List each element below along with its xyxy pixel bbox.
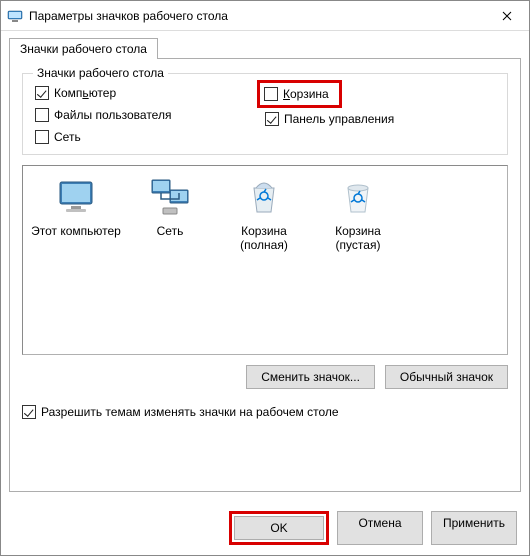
icon-buttons-row: Сменить значок... Обычный значок (22, 365, 508, 389)
dialog-footer: OK Отмена Применить (1, 500, 529, 555)
icon-item-thispc[interactable]: Этот компьютер (31, 176, 121, 238)
highlight-recyclebin: Корзина (257, 80, 342, 108)
checkbox-allow-themes[interactable]: Разрешить темам изменять значки на рабоч… (22, 405, 508, 419)
default-icon-button[interactable]: Обычный значок (385, 365, 508, 389)
change-icon-button[interactable]: Сменить значок... (246, 365, 375, 389)
checkbox-computer[interactable]: Компьютер (35, 86, 265, 100)
icon-label: Корзина (полная) (219, 224, 309, 253)
apply-button[interactable]: Применить (431, 511, 517, 545)
group-title: Значки рабочего стола (33, 66, 168, 80)
highlight-ok: OK (229, 511, 329, 545)
icon-label: Сеть (157, 224, 184, 238)
checkbox-network[interactable]: Сеть (35, 130, 265, 144)
close-button[interactable] (484, 1, 529, 30)
checkbox-recyclebin[interactable]: Корзина (264, 87, 329, 101)
check-icon (35, 130, 49, 144)
check-icon (265, 112, 279, 126)
app-icon (7, 8, 23, 24)
icon-item-network[interactable]: Сеть (125, 176, 215, 238)
checkbox-computer-label: Компьютер (54, 86, 116, 100)
cancel-button[interactable]: Отмена (337, 511, 423, 545)
checkbox-userfiles-label: Файлы пользователя (54, 108, 171, 122)
group-desktop-icons: Значки рабочего стола Компьютер Файлы по… (22, 73, 508, 155)
titlebar: Параметры значков рабочего стола (1, 1, 529, 31)
checkbox-recyclebin-label: Корзина (283, 87, 329, 101)
tab-desktop-icons[interactable]: Значки рабочего стола (9, 38, 158, 59)
network-icon (148, 176, 192, 220)
tab-content: Значки рабочего стола Компьютер Файлы по… (9, 58, 521, 492)
icon-label: Корзина (пустая) (313, 224, 403, 253)
icon-label: Этот компьютер (31, 224, 121, 238)
checkbox-userfiles[interactable]: Файлы пользователя (35, 108, 265, 122)
ok-button[interactable]: OK (234, 516, 324, 540)
allow-themes-label: Разрешить темам изменять значки на рабоч… (41, 405, 339, 419)
recycle-bin-full-icon (242, 176, 286, 220)
check-icon (22, 405, 36, 419)
icon-item-bin-full[interactable]: Корзина (полная) (219, 176, 309, 253)
recycle-bin-empty-icon (336, 176, 380, 220)
check-icon (35, 86, 49, 100)
window-title: Параметры значков рабочего стола (29, 9, 484, 23)
check-icon (35, 108, 49, 122)
icon-preview-list: Этот компьютер Сеть (22, 165, 508, 355)
tab-strip: Значки рабочего стола (1, 31, 529, 58)
monitor-icon (54, 176, 98, 220)
check-icon (264, 87, 278, 101)
checkbox-network-label: Сеть (54, 130, 81, 144)
dialog-window: Параметры значков рабочего стола Значки … (0, 0, 530, 556)
checkbox-controlpanel-label: Панель управления (284, 112, 394, 126)
checkbox-controlpanel[interactable]: Панель управления (265, 112, 495, 126)
icon-item-bin-empty[interactable]: Корзина (пустая) (313, 176, 403, 253)
